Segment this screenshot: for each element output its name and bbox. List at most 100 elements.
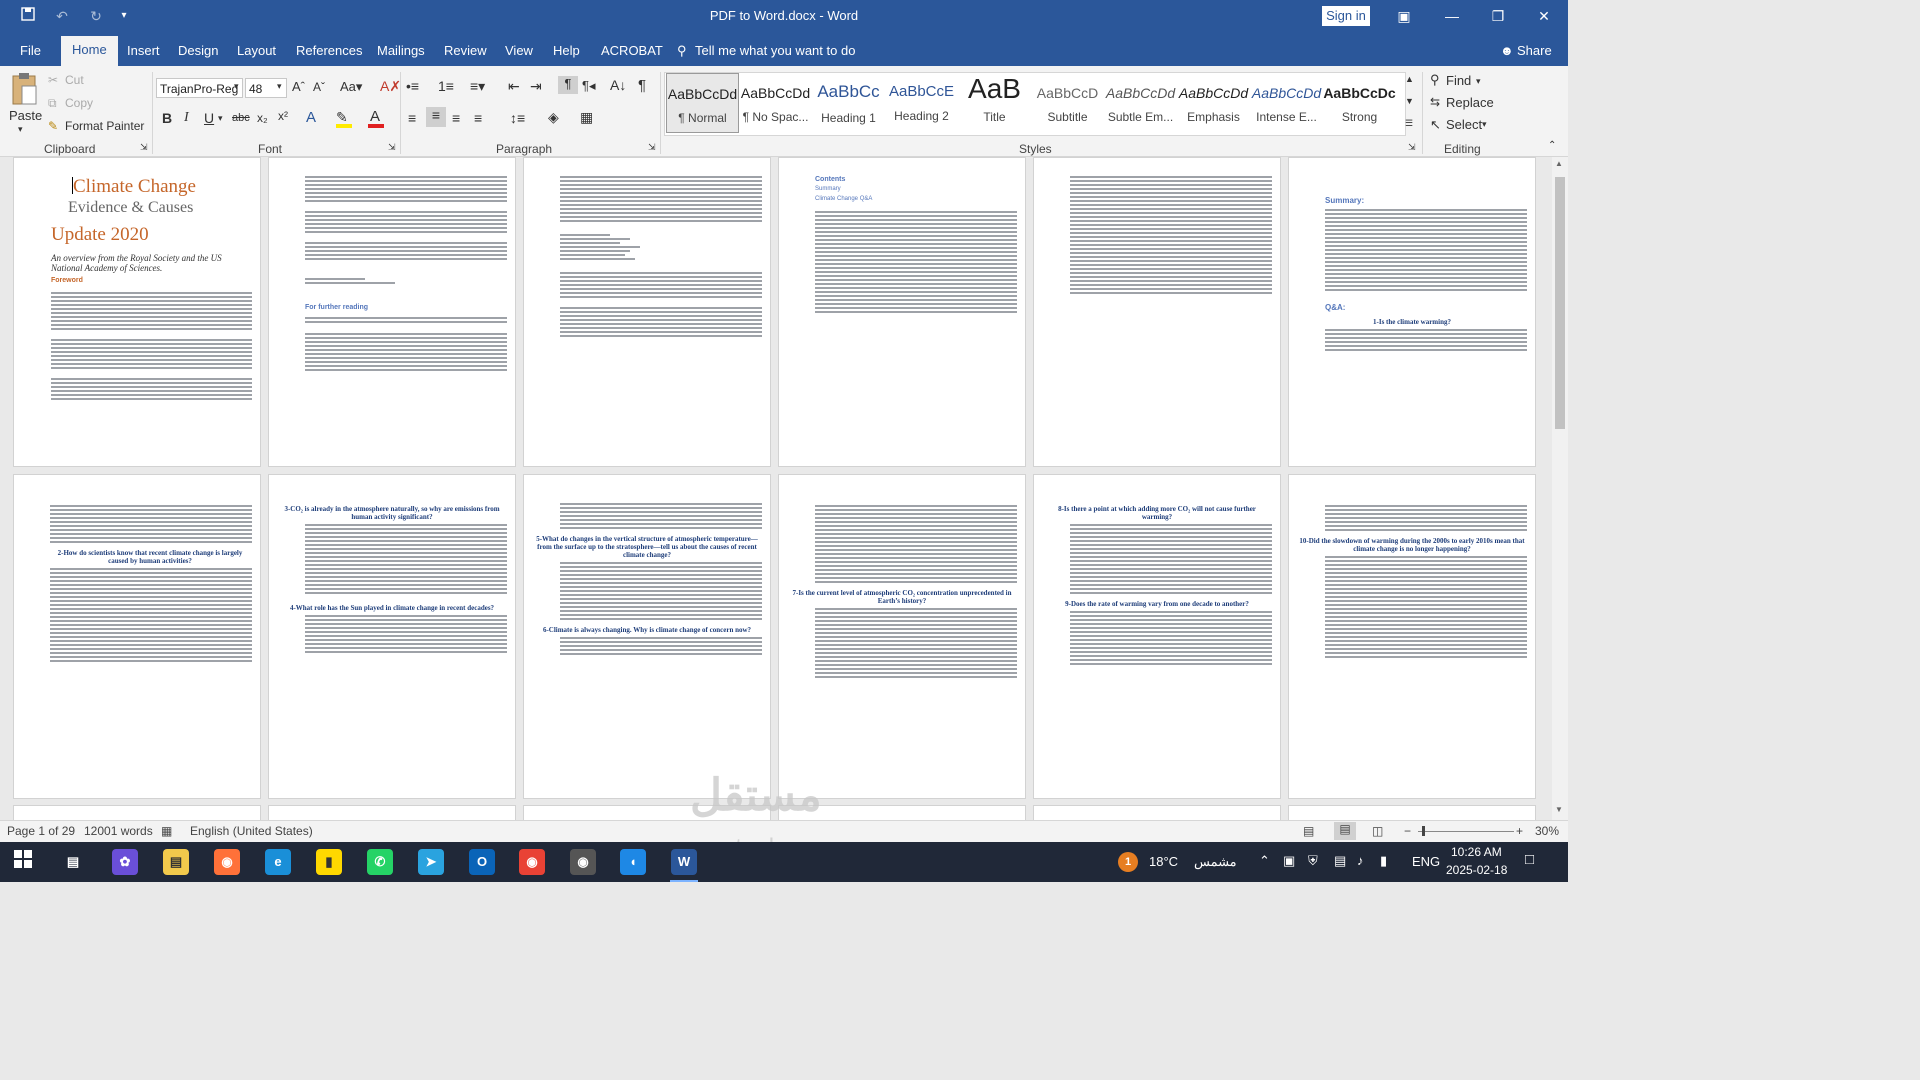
style-intense-emphasis[interactable]: AaBbCcDd Intense E... xyxy=(1250,73,1323,133)
zoom-level[interactable]: 30% xyxy=(1535,824,1559,838)
page-count[interactable]: Page 1 of 29 xyxy=(7,824,75,838)
grow-font-icon[interactable]: Aˆ xyxy=(292,79,305,94)
word-count[interactable]: 12001 words xyxy=(84,824,153,838)
security-icon[interactable]: ⛨ xyxy=(1308,853,1318,869)
format-painter-button[interactable]: Format Painter xyxy=(65,119,144,133)
style-title[interactable]: AaB Title xyxy=(958,73,1031,133)
increase-indent-icon[interactable]: ⇥ xyxy=(530,78,542,95)
page-1[interactable]: Climate Change Evidence & Causes Update … xyxy=(13,157,261,467)
numbering-icon[interactable]: 1≡ xyxy=(438,78,454,94)
tab-insert[interactable]: Insert xyxy=(127,43,160,58)
network-icon[interactable]: ▤ xyxy=(1334,853,1346,869)
align-center-icon[interactable]: ≡ xyxy=(426,107,446,127)
tab-home[interactable]: Home xyxy=(61,36,118,66)
font-family-box[interactable]: TrajanPro-Reg xyxy=(156,78,243,98)
font-color-icon[interactable]: A xyxy=(370,108,380,125)
clear-formatting-icon[interactable]: A✗ xyxy=(380,78,401,95)
line-spacing-icon[interactable]: ↕≡ xyxy=(510,110,525,126)
tab-mailings[interactable]: Mailings xyxy=(377,43,425,58)
page-9[interactable]: 5-What do changes in the vertical struct… xyxy=(523,474,771,799)
document-workspace[interactable]: Climate Change Evidence & Causes Update … xyxy=(0,157,1552,820)
sign-in-button[interactable]: Sign in xyxy=(1322,6,1370,26)
font-family-dropdown-icon[interactable]: ▾ xyxy=(234,81,239,92)
notifications-icon[interactable]: □ xyxy=(1525,851,1534,868)
clock-time[interactable]: 10:26 AM xyxy=(1451,845,1502,859)
start-icon[interactable] xyxy=(10,849,36,875)
weather-icon[interactable]: 1 xyxy=(1118,852,1138,872)
change-case-icon[interactable]: Aa▾ xyxy=(340,79,362,95)
toc-qa[interactable]: Climate Change Q&A xyxy=(815,196,1017,203)
replace-icon[interactable]: ⇆ xyxy=(1430,95,1440,109)
page-13[interactable] xyxy=(13,805,261,820)
rtl-direction-icon[interactable]: ¶◂ xyxy=(582,78,596,94)
decrease-indent-icon[interactable]: ⇤ xyxy=(508,78,520,95)
camera-app-icon[interactable]: ◉ xyxy=(570,849,596,875)
outlook-icon[interactable]: O xyxy=(469,849,495,875)
shading-icon[interactable]: ◈ xyxy=(548,109,559,126)
superscript-icon[interactable]: x² xyxy=(278,109,288,123)
sort-icon[interactable]: A↓ xyxy=(610,77,626,93)
print-layout-icon[interactable]: ▤ xyxy=(1334,822,1356,840)
word-taskbar-icon[interactable]: W xyxy=(671,849,697,875)
page-4[interactable]: Contents Summary Climate Change Q&A xyxy=(778,157,1026,467)
proofing-icon[interactable]: ▦ xyxy=(161,824,172,838)
select-button[interactable]: Select xyxy=(1446,117,1482,132)
select-icon[interactable]: ↖ xyxy=(1430,117,1441,133)
page-8[interactable]: 3-CO₂ is already in the atmosphere natur… xyxy=(268,474,516,799)
find-button[interactable]: Find xyxy=(1446,73,1471,88)
find-icon[interactable]: ⚲ xyxy=(1430,72,1440,88)
edge-icon[interactable]: e xyxy=(265,849,291,875)
styles-more-icon[interactable]: ☰ xyxy=(1405,118,1413,129)
tray-app-icon[interactable]: ▣ xyxy=(1283,853,1295,869)
underline-dropdown-icon[interactable]: ▾ xyxy=(218,113,223,124)
zoom-in-icon[interactable]: + xyxy=(1516,824,1523,838)
justify-icon[interactable]: ≡ xyxy=(474,110,482,126)
bullets-icon[interactable]: •≡ xyxy=(406,78,419,94)
page-3[interactable] xyxy=(523,157,771,467)
subscript-icon[interactable]: x₂ xyxy=(257,111,268,125)
style-heading-2[interactable]: AaBbCcE Heading 2 xyxy=(885,73,958,133)
style-emphasis[interactable]: AaBbCcDd Emphasis xyxy=(1177,73,1250,133)
close-icon[interactable]: ✕ xyxy=(1522,0,1566,32)
page-18[interactable] xyxy=(1288,805,1536,820)
page-6[interactable]: Summary: Q&A: 1-Is the climate warming? xyxy=(1288,157,1536,467)
zoom-out-icon[interactable]: − xyxy=(1404,824,1411,838)
style-strong[interactable]: AaBbCcDc Strong xyxy=(1323,73,1396,133)
bold-button[interactable]: B xyxy=(162,110,172,126)
scrollbar-thumb[interactable] xyxy=(1555,177,1565,429)
page-14[interactable] xyxy=(268,805,516,820)
read-mode-icon[interactable]: ▤ xyxy=(1303,824,1314,838)
file-explorer-icon[interactable]: ▤ xyxy=(163,849,189,875)
tab-review[interactable]: Review xyxy=(444,43,487,58)
page-17[interactable] xyxy=(1033,805,1281,820)
share-button[interactable]: Share xyxy=(1517,43,1552,58)
ribbon-display-options-icon[interactable]: ▣ xyxy=(1382,0,1426,32)
whatsapp-icon[interactable]: ✆ xyxy=(367,849,393,875)
italic-button[interactable]: I xyxy=(184,110,189,126)
text-effects-icon[interactable]: A xyxy=(306,109,316,126)
page-10[interactable]: 7-Is the current level of atmospheric CO… xyxy=(778,474,1026,799)
underline-button[interactable]: U xyxy=(204,110,214,126)
tab-layout[interactable]: Layout xyxy=(237,43,276,58)
font-size-dropdown-icon[interactable]: ▾ xyxy=(277,81,282,92)
zoom-slider-thumb[interactable] xyxy=(1422,826,1425,836)
language-indicator[interactable]: English (United States) xyxy=(190,824,313,838)
clipboard-launcher-icon[interactable]: ⇲ xyxy=(140,142,148,153)
styles-scroll-up-icon[interactable]: ▲ xyxy=(1405,74,1414,84)
tray-chevron-icon[interactable]: ⌃ xyxy=(1259,853,1270,869)
page-12[interactable]: 10-Did the slowdown of warming during th… xyxy=(1288,474,1536,799)
tab-help[interactable]: Help xyxy=(553,43,580,58)
style-normal[interactable]: AaBbCcDd ¶ Normal xyxy=(666,73,739,133)
firefox-icon[interactable]: ◉ xyxy=(214,849,240,875)
strikethrough-button[interactable]: abc xyxy=(232,112,250,124)
tab-acrobat[interactable]: ACROBAT xyxy=(601,43,663,58)
toc-summary[interactable]: Summary xyxy=(815,186,1017,193)
chrome-icon[interactable]: ◉ xyxy=(519,849,545,875)
page-5[interactable] xyxy=(1033,157,1281,467)
collapse-ribbon-icon[interactable]: ⌃ xyxy=(1548,140,1556,151)
clock-date[interactable]: 2025-02-18 xyxy=(1446,863,1507,877)
align-left-icon[interactable]: ≡ xyxy=(408,110,416,126)
scroll-down-icon[interactable]: ▼ xyxy=(1555,805,1563,814)
borders-icon[interactable]: ▦ xyxy=(580,109,593,126)
minimize-icon[interactable]: — xyxy=(1430,0,1474,32)
